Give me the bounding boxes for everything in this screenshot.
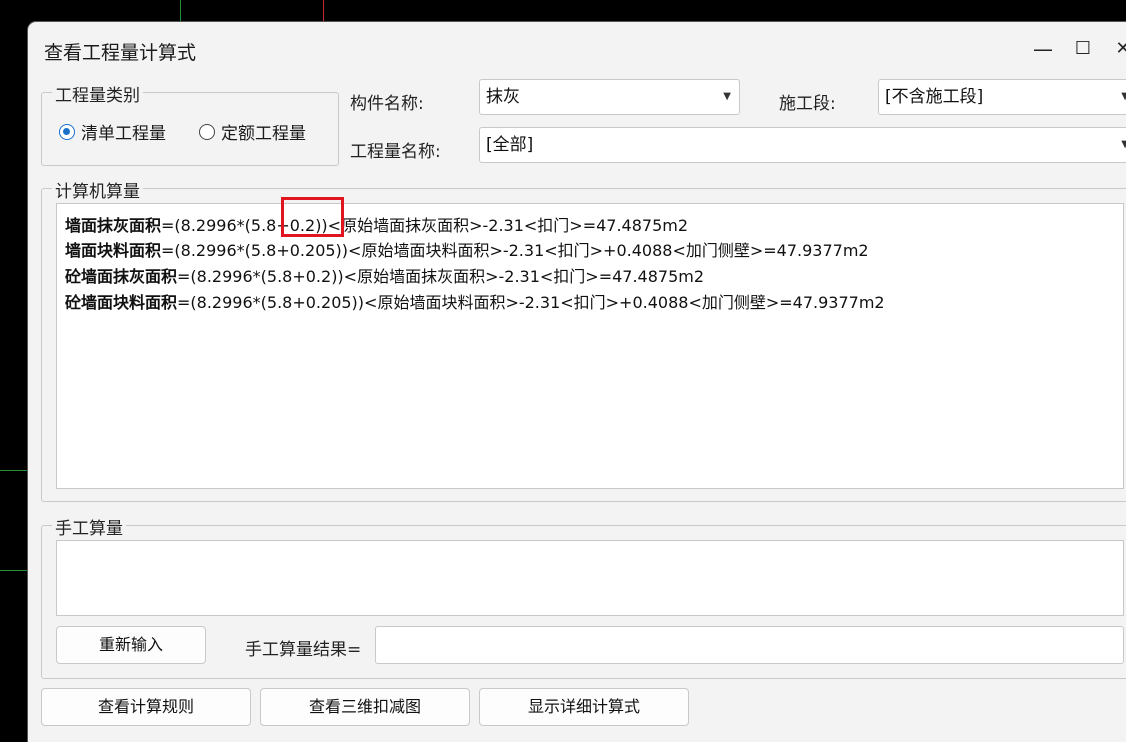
quantity-formula-dialog: 查看工程量计算式 — ☐ ✕ 工程量类别 清单工程量 定额工程量 构件名称: 抹… <box>28 22 1126 742</box>
background-grid-line <box>180 0 181 22</box>
construction-stage-value: [不含施工段] <box>885 87 984 107</box>
calc-line-formula: =(8.2996*(5.8+0.2))<原始墙面抹灰面积>-2.31<扣门>=4… <box>161 216 689 235</box>
computer-calc-textarea[interactable]: 墙面抹灰面积=(8.2996*(5.8+0.2))<原始墙面抹灰面积>-2.31… <box>56 203 1124 489</box>
window-title: 查看工程量计算式 <box>44 42 197 64</box>
radio-bill-quantity-label: 清单工程量 <box>81 124 166 144</box>
calc-line: 墙面抹灰面积=(8.2996*(5.8+0.2))<原始墙面抹灰面积>-2.31… <box>65 212 688 236</box>
background-grid-line <box>0 570 28 571</box>
radio-selected-icon <box>59 123 75 140</box>
component-name-select[interactable]: 抹灰 ▼ <box>479 79 740 115</box>
construction-stage-label: 施工段: <box>779 94 836 114</box>
quantity-name-value: [全部] <box>486 135 534 155</box>
quantity-category-legend: 工程量类别 <box>52 81 143 106</box>
radio-unselected-icon <box>199 123 215 140</box>
highlight-annotation-box <box>281 197 344 237</box>
radio-quota-quantity[interactable]: 定额工程量 <box>199 119 306 144</box>
calc-line: 墙面块料面积=(8.2996*(5.8+0.205))<原始墙面块料面积>-2.… <box>65 237 869 261</box>
quantity-name-select[interactable]: [全部] ▼ <box>479 127 1126 163</box>
calc-line-name: 墙面块料面积 <box>65 241 162 260</box>
calc-line-formula: =(8.2996*(5.8+0.205))<原始墙面块料面积>-2.31<扣门>… <box>161 241 869 260</box>
background-grid-line <box>0 470 28 471</box>
calc-line: 砼墙面抹灰面积=(8.2996*(5.8+0.2))<原始墙面抹灰面积>-2.3… <box>65 263 704 287</box>
manual-calc-textarea[interactable] <box>56 540 1124 616</box>
radio-bill-quantity[interactable]: 清单工程量 <box>59 119 166 144</box>
computer-calc-legend: 计算机算量 <box>52 177 143 202</box>
manual-result-label: 手工算量结果= <box>245 640 362 660</box>
manual-result-input[interactable] <box>375 626 1124 664</box>
show-detail-formula-button[interactable]: 显示详细计算式 <box>479 688 689 726</box>
calc-line-name: 墙面抹灰面积 <box>65 216 162 235</box>
quantity-name-label: 工程量名称: <box>350 142 441 162</box>
view-3d-deduction-button[interactable]: 查看三维扣减图 <box>260 688 470 726</box>
background-grid-line <box>323 0 324 22</box>
calc-line-formula: =(8.2996*(5.8+0.2))<原始墙面抹灰面积>-2.31<扣门>=4… <box>177 267 705 286</box>
construction-stage-select[interactable]: [不含施工段] ▼ <box>878 79 1126 115</box>
maximize-button[interactable]: ☐ <box>1068 34 1098 64</box>
title-bar: 查看工程量计算式 — ☐ ✕ <box>28 22 1126 78</box>
chevron-down-icon: ▼ <box>1121 91 1126 102</box>
minimize-button[interactable]: — <box>1028 34 1058 64</box>
quantity-category-group: 工程量类别 清单工程量 定额工程量 <box>41 81 339 166</box>
reinput-button[interactable]: 重新输入 <box>56 626 206 664</box>
calc-line-name: 砼墙面抹灰面积 <box>65 267 178 286</box>
manual-calc-group: 手工算量 重新输入 手工算量结果= <box>41 514 1126 679</box>
close-button[interactable]: ✕ <box>1108 34 1126 64</box>
manual-calc-legend: 手工算量 <box>52 514 126 539</box>
chevron-down-icon: ▼ <box>1121 139 1126 150</box>
calc-line-name: 砼墙面块料面积 <box>65 293 178 312</box>
component-name-label: 构件名称: <box>350 94 424 114</box>
radio-quota-quantity-label: 定额工程量 <box>221 124 306 144</box>
computer-calc-group: 计算机算量 墙面抹灰面积=(8.2996*(5.8+0.2))<原始墙面抹灰面积… <box>41 177 1126 502</box>
view-calc-rules-button[interactable]: 查看计算规则 <box>41 688 251 726</box>
calc-line-formula: =(8.2996*(5.8+0.205))<原始墙面块料面积>-2.31<扣门>… <box>177 293 885 312</box>
component-name-value: 抹灰 <box>486 87 520 107</box>
calc-line: 砼墙面块料面积=(8.2996*(5.8+0.205))<原始墙面块料面积>-2… <box>65 289 885 313</box>
chevron-down-icon: ▼ <box>723 91 731 102</box>
